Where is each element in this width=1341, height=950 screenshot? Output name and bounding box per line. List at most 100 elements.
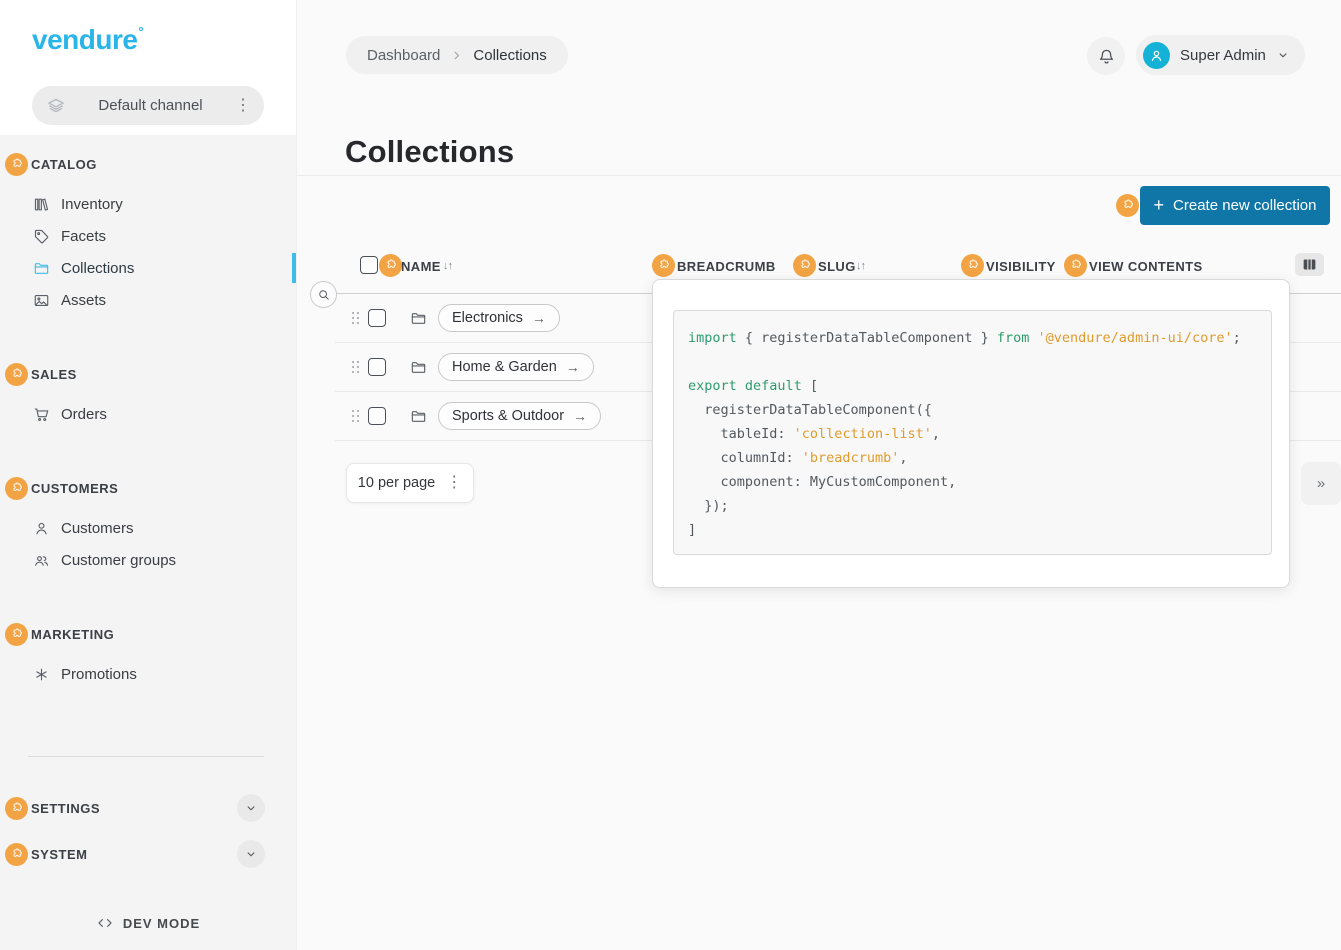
collection-link-chip[interactable]: Sports & Outdoor → — [438, 402, 601, 430]
pagination-next-button[interactable]: » — [1301, 462, 1341, 505]
nav-section-heading: MARKETING — [0, 622, 296, 646]
columns-icon — [1302, 258, 1317, 271]
cart-icon — [33, 406, 50, 423]
nav-section-label: SALES — [31, 367, 77, 382]
users-icon — [33, 552, 50, 569]
nav-section-label: SYSTEM — [31, 847, 237, 862]
drag-handle-icon[interactable] — [352, 312, 359, 324]
extension-badge-icon[interactable] — [5, 477, 28, 500]
extension-badge-icon[interactable] — [961, 254, 984, 277]
column-header-name[interactable]: NAME — [401, 259, 441, 274]
row-checkbox[interactable] — [368, 358, 386, 376]
facets-icon — [33, 228, 50, 245]
dev-mode-label: DEV MODE — [123, 916, 200, 931]
sidebar-item-facets[interactable]: Facets — [0, 220, 296, 252]
sidebar-nav: CATALOG Inventory Facets Collections Ass… — [0, 135, 296, 950]
nav-section-heading: SALES — [0, 362, 296, 386]
sidebar-item-inventory[interactable]: Inventory — [0, 188, 296, 220]
per-page-label: 10 per page — [358, 475, 435, 491]
nav-section-settings: SETTINGS — [0, 793, 296, 823]
kebab-menu-icon[interactable]: ⋮ — [235, 98, 251, 114]
nav-section-heading: CUSTOMERS — [0, 476, 296, 500]
nav-section-system: SYSTEM — [0, 839, 296, 869]
code-block: import { registerDataTableComponent } fr… — [673, 310, 1272, 555]
folder-icon — [33, 260, 50, 277]
column-picker-button[interactable] — [1295, 253, 1324, 276]
extension-badge-icon[interactable] — [5, 797, 28, 820]
folder-icon — [410, 359, 427, 376]
drag-handle-icon[interactable] — [352, 410, 359, 422]
sidebar-item-customer-groups[interactable]: Customer groups — [0, 544, 296, 576]
extension-badge-icon[interactable] — [652, 254, 675, 277]
row-checkbox[interactable] — [368, 407, 386, 425]
sidebar-item-label: Facets — [61, 228, 106, 245]
sidebar-item-promotions[interactable]: Promotions — [0, 658, 296, 690]
column-header-view-contents[interactable]: VIEW CONTENTS — [1089, 259, 1203, 274]
chevron-down-icon — [1276, 48, 1290, 62]
code-line: tableId: 'collection-list', — [688, 422, 1259, 446]
collection-link-chip[interactable]: Home & Garden → — [438, 353, 594, 381]
chevron-right-icon — [450, 49, 463, 62]
collection-link-chip[interactable]: Electronics → — [438, 304, 560, 332]
sort-icon[interactable]: ↓↑ — [856, 260, 865, 272]
channel-label: Default channel — [66, 97, 235, 114]
code-line: export default [ — [688, 374, 1259, 398]
nav-section-marketing: MARKETING Promotions — [0, 622, 296, 690]
page-title: Collections — [345, 134, 514, 170]
logo-text: vendure — [32, 24, 137, 55]
select-all-checkbox[interactable] — [360, 256, 378, 274]
code-icon — [96, 914, 114, 932]
dev-mode-code-popover: import { registerDataTableComponent } fr… — [652, 279, 1290, 588]
folder-icon — [410, 408, 427, 425]
extension-badge-icon[interactable] — [5, 843, 28, 866]
code-line: registerDataTableComponent({ — [688, 398, 1259, 422]
dev-mode-button[interactable]: DEV MODE — [0, 914, 296, 932]
extension-badge-icon[interactable] — [5, 363, 28, 386]
code-line: component: MyCustomComponent, — [688, 470, 1259, 494]
sidebar-item-label: Collections — [61, 260, 134, 277]
breadcrumb-dashboard[interactable]: Dashboard — [367, 47, 440, 64]
extension-badge-icon[interactable] — [793, 254, 816, 277]
extension-badge-icon[interactable] — [5, 623, 28, 646]
column-header-slug[interactable]: SLUG — [818, 259, 856, 274]
logo-trademark-dot — [139, 27, 143, 31]
expand-section-button[interactable] — [237, 840, 265, 868]
table-header: NAME ↓↑ BREADCRUMB SLUG ↓↑ VISIBILITY VI… — [297, 251, 1341, 281]
avatar — [1143, 42, 1170, 69]
sidebar-item-customers[interactable]: Customers — [0, 512, 296, 544]
notifications-button[interactable] — [1087, 37, 1125, 75]
extension-badge-icon[interactable] — [1064, 254, 1087, 277]
extension-badge-icon[interactable] — [379, 254, 402, 277]
drag-handle-icon[interactable] — [352, 361, 359, 373]
sidebar-item-label: Customers — [61, 520, 134, 537]
code-line: columnId: 'breadcrumb', — [688, 446, 1259, 470]
items-per-page-selector[interactable]: 10 per page ⋮ — [346, 463, 474, 503]
sidebar-item-assets[interactable]: Assets — [0, 284, 296, 316]
sidebar-item-collections[interactable]: Collections — [0, 252, 296, 284]
bell-icon — [1097, 47, 1116, 66]
expand-section-button[interactable] — [237, 794, 265, 822]
arrow-right-icon: → — [573, 408, 587, 424]
nav-section-label: CUSTOMERS — [31, 481, 118, 496]
layers-icon — [46, 96, 66, 116]
vendure-logo[interactable]: vendure — [32, 24, 143, 56]
collection-name: Sports & Outdoor — [452, 408, 564, 424]
collection-name: Electronics — [452, 310, 523, 326]
search-button[interactable] — [310, 281, 337, 308]
column-header-visibility[interactable]: VISIBILITY — [986, 259, 1056, 274]
breadcrumb-collections[interactable]: Collections — [473, 47, 546, 64]
sort-icon[interactable]: ↓↑ — [443, 260, 452, 272]
row-checkbox[interactable] — [368, 309, 386, 327]
channel-selector[interactable]: Default channel ⋮ — [32, 86, 264, 125]
sidebar-item-label: Promotions — [61, 666, 137, 683]
sidebar-item-label: Customer groups — [61, 552, 176, 569]
code-line: import { registerDataTableComponent } fr… — [688, 326, 1259, 350]
extension-badge-icon[interactable] — [1116, 194, 1139, 217]
column-header-breadcrumb[interactable]: BREADCRUMB — [677, 259, 776, 274]
extension-badge-icon[interactable] — [5, 153, 28, 176]
nav-section-customers: CUSTOMERS Customers Customer groups — [0, 476, 296, 576]
search-icon — [317, 288, 331, 302]
user-menu[interactable]: Super Admin — [1136, 35, 1305, 75]
create-new-collection-button[interactable]: + Create new collection — [1140, 186, 1330, 225]
sidebar-item-orders[interactable]: Orders — [0, 398, 296, 430]
